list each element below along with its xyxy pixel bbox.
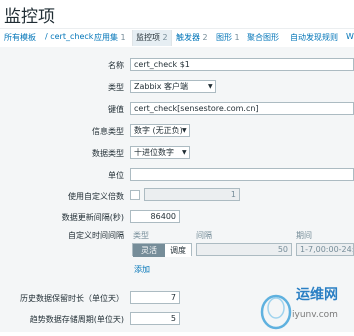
custom-multiplier-checkbox[interactable]: [130, 190, 140, 200]
watermark-title: 运维网: [296, 287, 338, 303]
trends-label: 趋势数据存储周期(单位天): [29, 315, 124, 324]
chevron-down-icon: ▼: [208, 83, 213, 90]
breadcrumb-tabs: 所有模板 / cert_check 应用集 1 监控项 2 触发器 2 图形 1…: [0, 28, 354, 48]
tab-items[interactable]: 监控项 2: [132, 30, 172, 46]
tab-label: / cert_check: [45, 32, 94, 41]
tab-label: 图形: [216, 33, 232, 42]
col-type-header: 类型: [133, 231, 149, 240]
flex-interval-input[interactable]: 50: [196, 243, 292, 256]
info-type-label: 信息类型: [92, 127, 124, 136]
history-label: 历史数据保留时长（单位天）: [20, 294, 124, 303]
segment-scheduling[interactable]: 调度: [165, 244, 191, 257]
page-title: 监控项: [4, 7, 55, 27]
custom-intervals-label: 自定义时间间隔: [68, 231, 124, 240]
history-input[interactable]: 7: [130, 291, 180, 304]
segment-flexible[interactable]: 灵活: [133, 244, 165, 257]
chevron-down-icon: ▼: [182, 127, 187, 134]
tab-label: 所有模板: [4, 33, 36, 42]
tab-discovery-rules[interactable]: 自动发现规则: [290, 32, 338, 43]
tab-label: 自动发现规则: [290, 33, 338, 42]
data-type-select[interactable]: 十进位数字: [130, 146, 190, 159]
add-interval-link[interactable]: 添加: [134, 264, 150, 275]
custom-multiplier-label: 使用自定义倍数: [68, 192, 124, 201]
update-interval-label: 数据更新间隔(秒): [61, 213, 124, 222]
tab-label: W: [346, 32, 354, 41]
data-type-value: 十进位数字: [134, 148, 174, 157]
tab-count: 2: [202, 33, 208, 42]
tab-count: 2: [162, 33, 168, 42]
units-input[interactable]: [130, 168, 354, 181]
interval-type-segmented: 灵活 调度: [132, 243, 192, 257]
watermark: 运维网 iyunv.com: [258, 278, 354, 332]
tab-screens[interactable]: 聚合图形: [247, 32, 279, 43]
tab-label: 应用集: [94, 33, 118, 42]
tab-count: 1: [120, 33, 126, 42]
type-select-value: Zabbix 客户端: [134, 82, 189, 91]
tab-all-templates[interactable]: 所有模板: [4, 32, 36, 43]
tab-template-cert-check[interactable]: / cert_check: [45, 32, 93, 41]
data-type-label: 数据类型: [92, 149, 124, 158]
tab-count: 1: [234, 33, 240, 42]
flex-period-input[interactable]: 1-7,00:00-24:00: [296, 243, 354, 256]
trends-input[interactable]: 5: [130, 312, 180, 325]
name-input[interactable]: cert_check $1: [130, 58, 354, 71]
tab-graphs[interactable]: 图形 1: [216, 32, 240, 43]
custom-multiplier-input[interactable]: 1: [144, 188, 240, 201]
units-label: 单位: [108, 171, 124, 180]
info-type-select[interactable]: 数字 (无正负): [130, 124, 190, 137]
tab-label: 触发器: [176, 33, 200, 42]
tab-web[interactable]: W: [346, 32, 354, 41]
type-label: 类型: [108, 83, 124, 92]
key-input[interactable]: cert_check[sensestore.com.cn]: [130, 102, 354, 115]
tab-label: 监控项: [136, 33, 160, 42]
key-label: 键值: [108, 105, 124, 114]
type-select[interactable]: Zabbix 客户端: [130, 80, 216, 93]
tab-applications[interactable]: 应用集 1: [94, 32, 126, 43]
update-interval-input[interactable]: 86400: [130, 210, 180, 223]
chevron-down-icon: ▼: [182, 149, 187, 156]
name-label: 名称: [108, 61, 124, 70]
tab-label: 聚合图形: [247, 33, 279, 42]
tab-triggers[interactable]: 触发器 2: [176, 32, 208, 43]
info-type-value: 数字 (无正负): [134, 126, 183, 135]
watermark-url: iyunv.com: [292, 310, 338, 320]
col-period-header: 期间: [296, 231, 312, 240]
col-interval-header: 间隔: [196, 231, 212, 240]
